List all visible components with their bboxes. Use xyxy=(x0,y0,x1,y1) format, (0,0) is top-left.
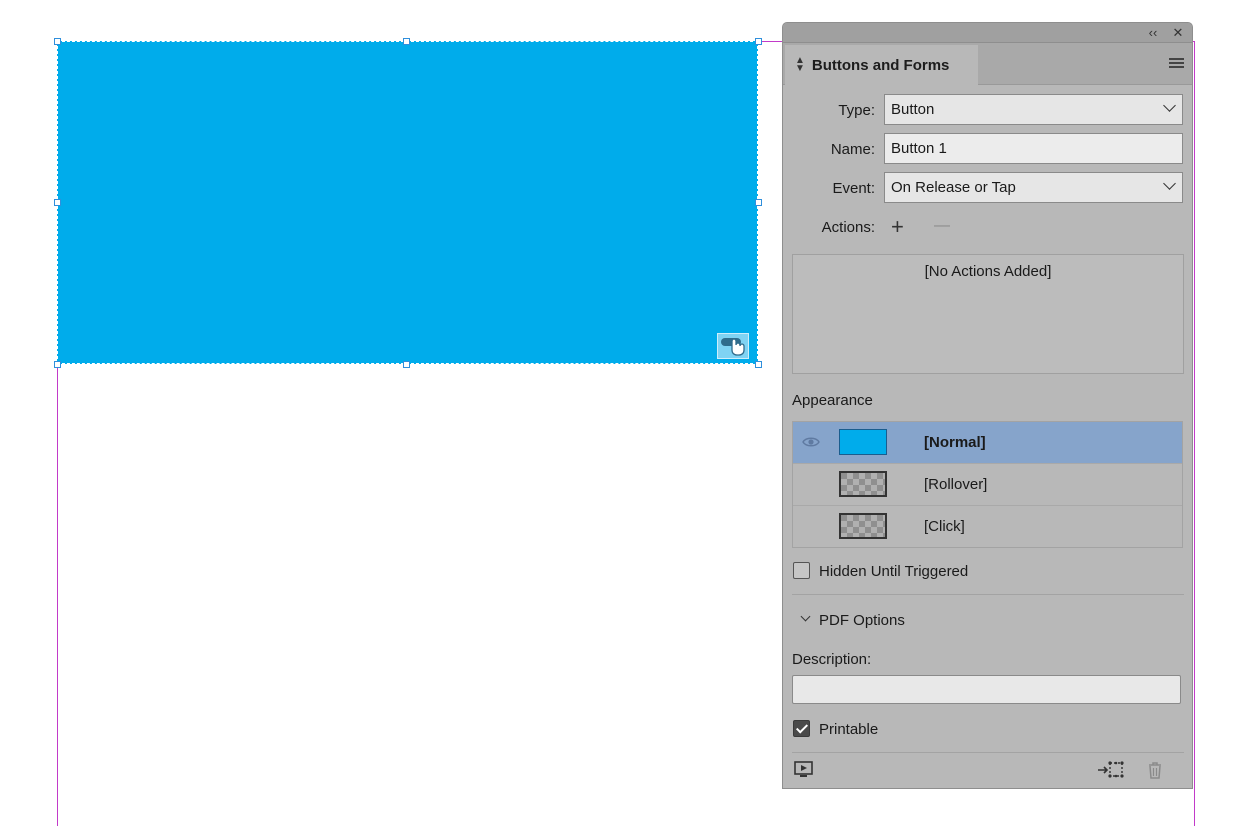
description-field[interactable] xyxy=(792,675,1181,704)
eye-icon[interactable] xyxy=(802,433,820,451)
tab-label: Buttons and Forms xyxy=(811,56,950,74)
selection-handle-top-left[interactable] xyxy=(54,38,61,45)
panel-tab-row: ▲ ▼ Buttons and Forms xyxy=(783,43,1192,85)
name-field[interactable]: Button 1 xyxy=(884,133,1183,164)
hand-pointer-icon xyxy=(721,338,745,356)
selection-handle-top-right[interactable] xyxy=(755,38,762,45)
appearance-state-normal[interactable]: [Normal] xyxy=(793,422,1182,464)
pdf-options-toggle[interactable]: PDF Options xyxy=(799,611,999,631)
chevron-down-icon xyxy=(1163,177,1176,190)
printable-label: Printable xyxy=(819,721,879,738)
remove-action-button[interactable]: — xyxy=(934,215,950,237)
state-name: [Click] xyxy=(924,518,965,535)
selection-handle-bottom-left[interactable] xyxy=(54,361,61,368)
selection-handle-top-middle[interactable] xyxy=(403,38,410,45)
state-thumbnail xyxy=(839,513,887,539)
event-value: On Release or Tap xyxy=(891,179,1016,196)
trash-icon[interactable] xyxy=(1144,759,1166,781)
selection-handle-bottom-middle[interactable] xyxy=(403,361,410,368)
actions-empty-text: [No Actions Added] xyxy=(924,263,1052,280)
name-value: Button 1 xyxy=(891,140,947,157)
hidden-until-triggered-checkbox[interactable] xyxy=(793,562,810,579)
state-thumbnail xyxy=(839,429,887,455)
preview-spread-icon[interactable] xyxy=(793,759,815,781)
divider xyxy=(792,752,1184,753)
close-icon[interactable]: ✕ xyxy=(1169,24,1187,42)
add-action-button[interactable]: + xyxy=(891,216,904,238)
name-label: Name: xyxy=(830,141,875,158)
up-down-arrows-icon: ▲ ▼ xyxy=(795,55,805,74)
hidden-until-triggered-label: Hidden Until Triggered xyxy=(819,563,969,580)
state-name: [Normal] xyxy=(924,434,986,451)
pdf-options-label: PDF Options xyxy=(819,612,905,629)
divider xyxy=(792,594,1184,595)
selected-button-object[interactable] xyxy=(57,41,758,364)
selection-handle-middle-right[interactable] xyxy=(755,199,762,206)
type-value: Button xyxy=(891,101,935,118)
type-label: Type: xyxy=(838,102,875,119)
appearance-state-rollover[interactable]: [Rollover] xyxy=(793,464,1182,506)
button-badge[interactable] xyxy=(717,333,749,359)
buttons-and-forms-panel: ‹‹ ✕ ▲ ▼ Buttons and Forms Type: Button N… xyxy=(782,22,1193,789)
tab-buttons-and-forms[interactable]: ▲ ▼ Buttons and Forms xyxy=(785,45,978,85)
double-chevron-left-icon[interactable]: ‹‹ xyxy=(1144,24,1162,42)
selection-handle-bottom-right[interactable] xyxy=(755,361,762,368)
panel-title-bar[interactable]: ‹‹ ✕ xyxy=(783,23,1192,43)
panel-menu-icon[interactable] xyxy=(1169,58,1184,70)
appearance-list: [Normal] [Rollover] [Click] xyxy=(792,421,1183,548)
convert-object-to-button-icon[interactable] xyxy=(1097,759,1125,781)
chevron-down-icon xyxy=(800,611,811,622)
actions-list[interactable]: [No Actions Added] xyxy=(792,254,1184,374)
state-thumbnail xyxy=(839,471,887,497)
type-dropdown[interactable]: Button xyxy=(884,94,1183,125)
appearance-label: Appearance xyxy=(792,392,873,409)
printable-checkbox[interactable] xyxy=(793,720,810,737)
margin-guide-right xyxy=(1194,41,1195,826)
event-dropdown[interactable]: On Release or Tap xyxy=(884,172,1183,203)
selection-handle-middle-left[interactable] xyxy=(54,199,61,206)
event-label: Event: xyxy=(832,180,875,197)
actions-label: Actions: xyxy=(821,219,875,236)
description-label: Description: xyxy=(792,651,872,668)
state-name: [Rollover] xyxy=(924,476,988,493)
chevron-down-icon xyxy=(1163,99,1176,112)
appearance-state-click[interactable]: [Click] xyxy=(793,506,1182,548)
